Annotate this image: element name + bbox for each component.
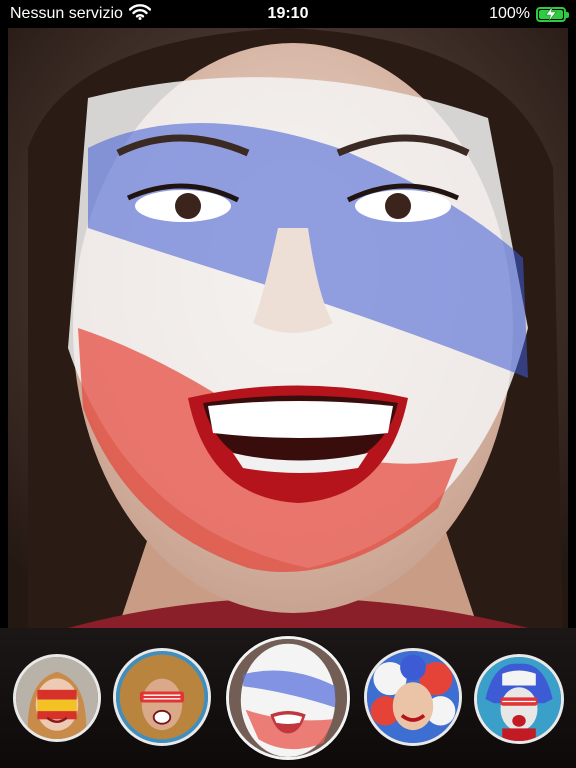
battery-percent: 100% xyxy=(489,5,530,22)
charging-bolt-icon xyxy=(545,6,557,21)
status-bar: Nessun servizio 19:10 100% xyxy=(0,0,576,28)
france-face-paint-icon xyxy=(229,639,347,757)
status-right: 100% xyxy=(489,5,569,23)
shutter-glasses-curly-hair-icon xyxy=(116,651,208,743)
filter-tray xyxy=(0,628,576,768)
photo-preview[interactable] xyxy=(8,28,568,628)
status-left: Nessun servizio xyxy=(10,3,152,25)
filter-thumb-shutter-glasses[interactable] xyxy=(113,648,211,746)
france-glasses-wig-icon xyxy=(477,657,561,741)
wifi-icon xyxy=(128,3,152,25)
clock: 19:10 xyxy=(267,5,309,22)
carrier-label: Nessun servizio xyxy=(10,5,123,22)
filter-thumb-spain[interactable] xyxy=(13,654,101,742)
filter-thumb-france-confetti[interactable] xyxy=(364,648,462,746)
filter-thumb-france-paint[interactable] xyxy=(226,636,350,760)
spain-flag-face-icon xyxy=(16,657,98,739)
filter-thumb-france-glasses[interactable] xyxy=(474,654,564,744)
france-confetti-wig-icon xyxy=(367,651,459,743)
face-paint-preview-image xyxy=(8,28,568,628)
battery-icon xyxy=(536,6,569,22)
